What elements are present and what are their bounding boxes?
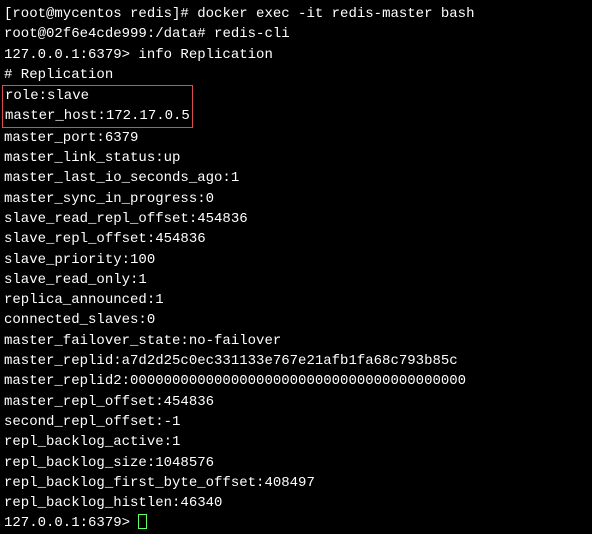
output-line: master_link_status:up xyxy=(4,148,588,168)
replication-header: # Replication xyxy=(4,65,588,85)
output-line: master_sync_in_progress:0 xyxy=(4,189,588,209)
redis-prompt-line-2[interactable]: 127.0.0.1:6379> xyxy=(4,513,588,533)
output-line: slave_read_only:1 xyxy=(4,270,588,290)
output-line: repl_backlog_active:1 xyxy=(4,432,588,452)
highlighted-box: role:slave master_host:172.17.0.5 xyxy=(2,85,193,128)
output-line: connected_slaves:0 xyxy=(4,310,588,330)
output-line: master_replid2:0000000000000000000000000… xyxy=(4,371,588,391)
output-line: repl_backlog_histlen:46340 xyxy=(4,493,588,513)
redis-command-1: info Replication xyxy=(138,47,272,63)
output-line: master_port:6379 xyxy=(4,128,588,148)
shell-prompt-line-1: [root@mycentos redis]# docker exec -it r… xyxy=(4,4,588,24)
output-line: repl_backlog_first_byte_offset:408497 xyxy=(4,473,588,493)
shell-prompt-1: [root@mycentos redis]# xyxy=(4,6,197,22)
output-line: master_repl_offset:454836 xyxy=(4,392,588,412)
output-line: master_replid:a7d2d25c0ec331133e767e21af… xyxy=(4,351,588,371)
output-line: replica_announced:1 xyxy=(4,290,588,310)
role-line: role:slave xyxy=(5,86,190,106)
shell-prompt-line-2: root@02f6e4cde999:/data# redis-cli xyxy=(4,24,588,44)
output-line: master_failover_state:no-failover xyxy=(4,331,588,351)
redis-prompt-1: 127.0.0.1:6379> xyxy=(4,47,138,63)
shell-command-1: docker exec -it redis-master bash xyxy=(197,6,474,22)
cursor-icon xyxy=(138,514,147,529)
output-line: second_repl_offset:-1 xyxy=(4,412,588,432)
master-host-line: master_host:172.17.0.5 xyxy=(5,106,190,126)
output-line: master_last_io_seconds_ago:1 xyxy=(4,168,588,188)
shell-command-2: redis-cli xyxy=(214,26,290,42)
redis-prompt-2: 127.0.0.1:6379> xyxy=(4,515,138,531)
output-line: slave_read_repl_offset:454836 xyxy=(4,209,588,229)
output-line: slave_repl_offset:454836 xyxy=(4,229,588,249)
redis-prompt-line-1: 127.0.0.1:6379> info Replication xyxy=(4,45,588,65)
output-line: repl_backlog_size:1048576 xyxy=(4,453,588,473)
shell-prompt-2: root@02f6e4cde999:/data# xyxy=(4,26,214,42)
output-line: slave_priority:100 xyxy=(4,250,588,270)
